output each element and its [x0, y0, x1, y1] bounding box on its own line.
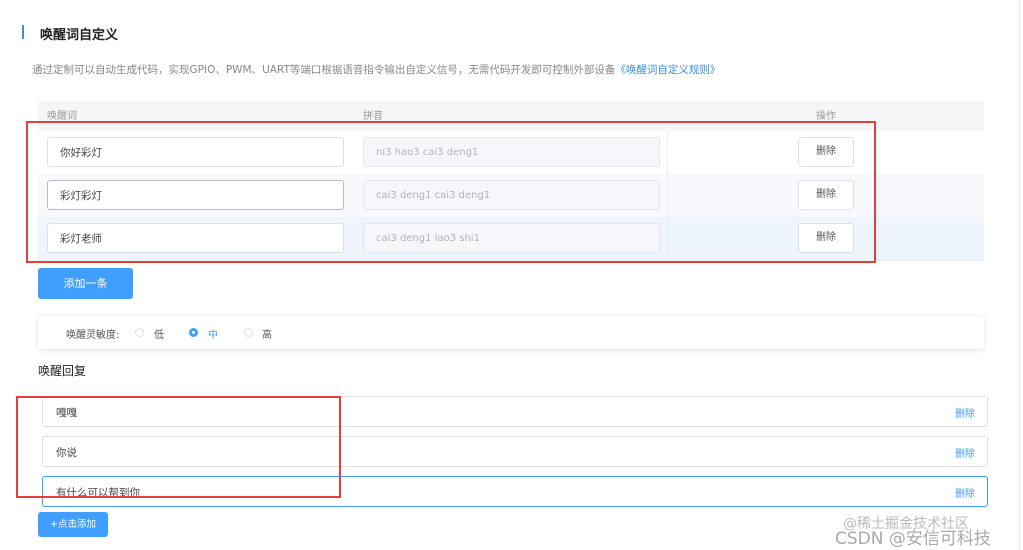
radio-low-label[interactable]: 低	[154, 326, 164, 341]
radio-medium[interactable]	[189, 328, 198, 337]
header-action: 操作	[816, 111, 836, 122]
page-title: 唤醒词自定义	[40, 28, 119, 43]
watermark-csdn: CSDN @安信可科技	[835, 529, 991, 549]
title-accent-bar	[22, 25, 24, 39]
reply-section-title: 唤醒回复	[38, 364, 87, 378]
radio-high-label[interactable]: 高	[262, 326, 272, 341]
reply-delete-link[interactable]: 删除	[955, 445, 975, 460]
reply-delete-link[interactable]: 删除	[955, 485, 975, 500]
header-pinyin: 拼音	[363, 111, 383, 122]
page-description: 通过定制可以自动生成代码，实现GPIO、PWM、UART等端口根据语音指令输出自…	[32, 62, 720, 77]
description-text: 通过定制可以自动生成代码，实现GPIO、PWM、UART等端口根据语音指令输出自…	[32, 64, 616, 76]
highlight-box-replies	[16, 396, 341, 498]
radio-low[interactable]	[135, 328, 144, 337]
reply-delete-link[interactable]: 删除	[955, 405, 975, 420]
highlight-box-wake-words	[26, 121, 876, 263]
sensitivity-panel: 唤醒灵敏度: 低 中 高	[38, 316, 984, 349]
radio-medium-label[interactable]: 中	[208, 326, 218, 341]
header-wake-word: 唤醒词	[47, 111, 77, 122]
radio-high[interactable]	[244, 328, 253, 337]
add-row-button[interactable]: 添加一条	[38, 268, 133, 299]
add-reply-button[interactable]: +点击添加	[38, 512, 108, 537]
rule-link[interactable]: 《唤醒词自定义规则》	[615, 64, 720, 76]
scrollbar-track	[1019, 0, 1020, 550]
sensitivity-label: 唤醒灵敏度:	[66, 330, 120, 341]
